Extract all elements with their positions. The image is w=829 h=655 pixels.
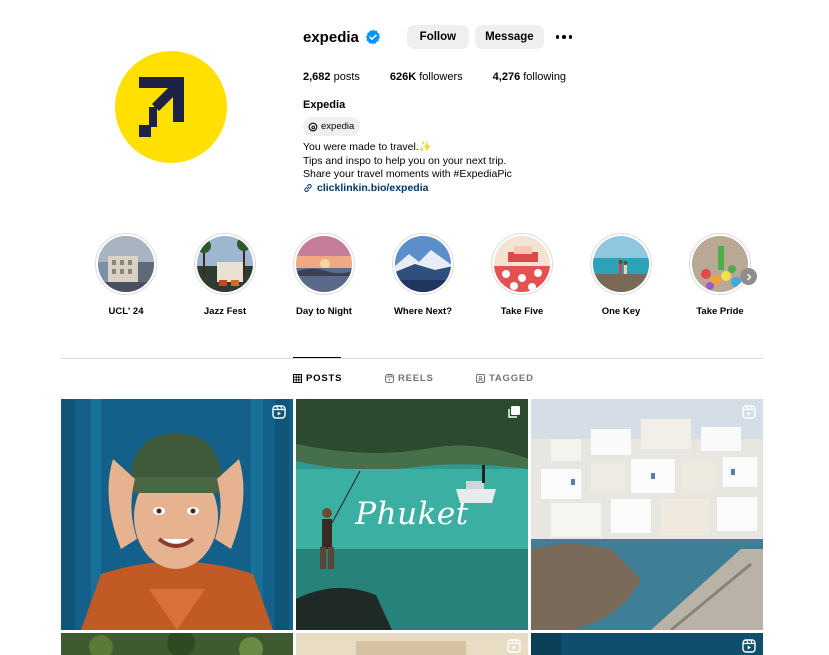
highlight-label: UCL' 24	[108, 306, 144, 317]
profile-stats: 2,682 posts 626K followers 4,276 followi…	[303, 71, 596, 83]
tab-label: REELS	[398, 373, 434, 384]
posts-label: posts	[333, 71, 360, 83]
tab-reels[interactable]: REELS	[385, 373, 434, 384]
highlight-label: One Key	[601, 306, 641, 317]
carousel-badge-icon	[508, 406, 520, 418]
reels-icon	[385, 374, 394, 383]
username: expedia	[303, 28, 359, 46]
threads-icon	[308, 122, 318, 131]
post-tile[interactable]: Phuket	[296, 399, 528, 630]
tab-label: POSTS	[306, 373, 343, 384]
reel-badge-icon	[272, 405, 286, 419]
post-tile[interactable]	[531, 633, 763, 655]
reel-badge-icon	[742, 405, 756, 419]
post-tile[interactable]	[61, 633, 293, 655]
posts-count: 2,682	[303, 71, 331, 83]
followers-stat[interactable]: 626K followers	[390, 71, 463, 83]
follow-button[interactable]: Follow	[406, 25, 469, 49]
expedia-logo-icon	[139, 77, 184, 137]
highlight-label: Jazz Fest	[203, 306, 247, 317]
highlight-item[interactable]: Where Next?	[383, 233, 463, 317]
highlight-cover-image	[494, 236, 550, 292]
post-image	[531, 633, 763, 655]
bio: You were made to travel.✨ Tips and inspo…	[303, 141, 512, 182]
highlight-label: Day to Night	[296, 306, 352, 317]
post-tile[interactable]	[531, 399, 763, 630]
link-text: clicklinkin.bio/expedia	[317, 182, 429, 194]
followers-label: followers	[419, 71, 463, 83]
profile-header: expedia Follow Message	[303, 25, 573, 49]
highlight-label: Take Pride	[696, 306, 744, 317]
highlights-next-button[interactable]	[740, 268, 757, 285]
tab-posts[interactable]: POSTS	[293, 373, 342, 384]
profile-avatar[interactable]	[115, 51, 227, 163]
story-highlights: UCL' 24 Jazz Fest Day to Night Where Nex…	[0, 233, 829, 323]
threads-link[interactable]: expedia	[303, 117, 361, 136]
highlight-cover-image	[296, 236, 352, 292]
highlight-label: Take Five	[500, 306, 544, 317]
highlight-item[interactable]: Day to Night	[284, 233, 364, 317]
full-name: Expedia	[303, 99, 346, 111]
verified-badge-icon	[365, 29, 380, 45]
post-image	[61, 399, 293, 630]
chevron-right-icon	[746, 273, 751, 280]
highlight-cover-image	[395, 236, 451, 292]
post-overlay-text: Phuket	[355, 496, 469, 532]
highlight-item[interactable]: One Key	[581, 233, 661, 317]
tab-tagged[interactable]: TAGGED	[476, 373, 534, 384]
threads-handle: expedia	[321, 121, 355, 132]
tabs-divider	[61, 358, 763, 359]
post-image	[531, 399, 763, 630]
following-label: following	[523, 71, 567, 83]
reel-badge-icon	[742, 639, 756, 653]
message-button[interactable]: Message	[474, 25, 544, 49]
link-icon	[304, 184, 312, 192]
bio-line: You were made to travel.✨	[303, 141, 432, 153]
highlight-label: Where Next?	[393, 306, 453, 317]
post-image	[61, 633, 293, 655]
bio-line: Tips and inspo to help you on your next …	[303, 154, 507, 167]
more-options-icon[interactable]	[555, 25, 573, 49]
highlight-cover-image	[197, 236, 253, 292]
highlight-item[interactable]: UCL' 24	[86, 233, 166, 317]
highlight-item[interactable]: Take Five	[482, 233, 562, 317]
tab-label: TAGGED	[489, 373, 534, 384]
reel-badge-icon	[507, 639, 521, 653]
post-tile[interactable]	[61, 399, 293, 630]
grid-icon	[293, 374, 302, 383]
bio-line[interactable]: Share your travel moments with #ExpediaP…	[303, 168, 512, 182]
highlight-item[interactable]: Jazz Fest	[185, 233, 265, 317]
following-stat[interactable]: 4,276 following	[493, 71, 566, 83]
highlight-cover-image	[98, 236, 154, 292]
post-image	[296, 633, 528, 655]
followers-count: 626K	[389, 71, 417, 83]
posts-stat: 2,682 posts	[303, 71, 360, 83]
external-link[interactable]: clicklinkin.bio/expedia	[303, 182, 428, 194]
active-tab-indicator	[293, 357, 341, 358]
highlight-cover-image	[593, 236, 649, 292]
following-count: 4,276	[492, 71, 521, 83]
highlight-cover-image	[692, 236, 748, 292]
tagged-icon	[476, 374, 485, 383]
post-tile[interactable]	[296, 633, 528, 655]
